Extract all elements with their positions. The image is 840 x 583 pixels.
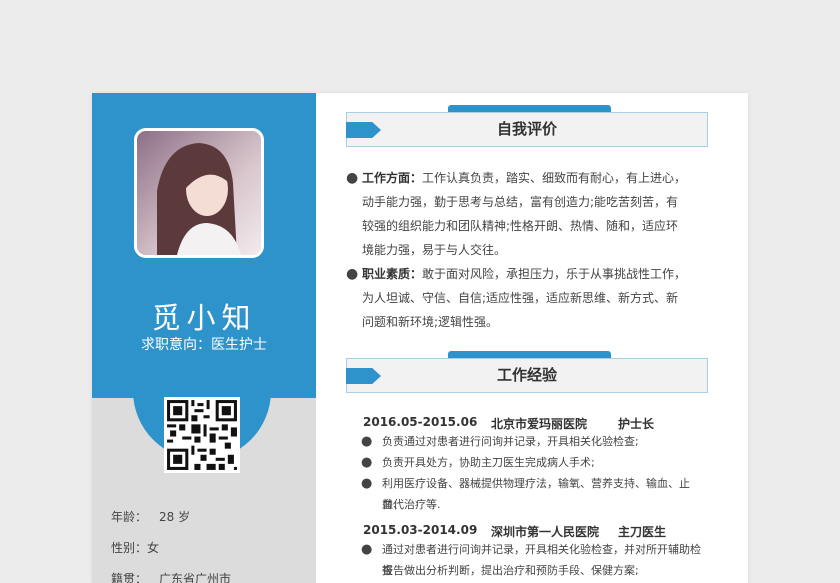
job-duty-text: 负责开具处方，协助主刀医生完成病人手术; — [382, 456, 595, 469]
job-duty-text: 报告做出分析判断，提出治疗和预防手段、保健方案; — [382, 564, 639, 577]
job-duty-text: 替代治疗等. — [382, 498, 441, 511]
main-content: 自我评价 ● 工作方面：工作认真负责，踏实、细致而有耐心，有上进心， 动手能力强… — [316, 93, 748, 583]
avatar-photo — [134, 128, 264, 258]
resume-paper: 觅小知 求职意向：医生护士 年龄： 28 岁 性别：女 籍贯： 广东省广州市 自… — [92, 93, 748, 583]
sidebar: 觅小知 求职意向：医生护士 年龄： 28 岁 性别：女 籍贯： 广东省广州市 — [92, 93, 316, 583]
bullet-icon: ● — [346, 266, 359, 282]
job-duty: ● 负责开具处方，协助主刀医生完成病人手术; — [361, 452, 702, 473]
self-eval-text: 敢于面对风险，承担压力，乐于从事挑战性工作， — [422, 267, 687, 281]
bullet-icon: ● — [361, 476, 373, 491]
age-label: 年龄： — [111, 510, 148, 524]
qr-code — [164, 397, 240, 473]
self-eval-text: 较强的组织能力和团队精神;性格开朗、热情、随和，适应环 — [362, 219, 679, 233]
hometown-field: 籍贯： 广东省广州市 — [111, 570, 231, 583]
gender-label: 性别： — [111, 541, 148, 555]
self-eval-text: 问题和新环境;逻辑性强。 — [362, 315, 499, 329]
self-eval-text: 境能力强，易于与人交往。 — [362, 243, 507, 257]
self-eval-title: 自我评价 — [496, 120, 557, 138]
bullet-icon: ● — [346, 170, 359, 186]
section-tab-decoration — [448, 105, 611, 112]
portrait-image — [137, 131, 261, 255]
job-duty-continued: 替代治疗等. — [382, 494, 702, 515]
self-eval-item: ● 工作方面：工作认真负责，踏实、细致而有耐心，有上进心， 动手能力强，勤于思考… — [346, 166, 702, 262]
job-duty: ● 负责通过对患者进行问询并记录，开具相关化验检查; — [361, 431, 702, 452]
self-eval-item: ● 职业素质：敢于面对风险，承担压力，乐于从事挑战性工作， 为人坦诚、守信、自信… — [346, 262, 702, 334]
self-eval-item-label: 职业素质： — [362, 267, 423, 281]
job-company: 北京市爱玛丽医院 — [491, 417, 588, 431]
job-position: 主刀医生 — [618, 525, 667, 539]
section-tab-decoration — [448, 351, 611, 358]
bullet-icon: ● — [361, 455, 373, 470]
self-eval-text: 工作认真负责，踏实、细致而有耐心，有上进心， — [422, 171, 687, 185]
work-title: 工作经验 — [496, 366, 557, 384]
self-eval-text: 动手能力强，勤于思考与总结，富有创造力;能吃苦刻苦，有 — [362, 195, 679, 209]
job-intent: 求职意向：医生护士 — [141, 337, 267, 353]
job-position: 护士长 — [618, 417, 655, 431]
bullet-icon: ● — [361, 434, 373, 449]
age-value: 28 岁 — [159, 510, 191, 524]
job-period: 2015.03-2014.09 — [363, 523, 478, 537]
job-duty-continued: 报告做出分析判断，提出治疗和预防手段、保健方案; — [382, 560, 702, 581]
self-eval-item-label: 工作方面： — [362, 171, 423, 185]
gender-value: 女 — [147, 541, 160, 555]
age-field: 年龄： 28 岁 — [111, 508, 190, 525]
work-header: 工作经验 — [346, 358, 708, 393]
candidate-name: 觅小知 — [151, 301, 257, 335]
self-eval-text: 为人坦诚、守信、自信;适应性强，适应新思维、新方式、新 — [362, 291, 679, 305]
job-duty-text: 负责通过对患者进行问询并记录，开具相关化验检查; — [382, 435, 639, 448]
self-eval-header: 自我评价 — [346, 112, 708, 147]
bullet-icon: ● — [361, 542, 373, 557]
job-company: 深圳市第一人民医院 — [491, 525, 600, 539]
gender-field: 性别：女 — [111, 539, 159, 556]
qr-code-icon — [164, 397, 240, 473]
job-period: 2016.05-2015.06 — [363, 415, 478, 429]
